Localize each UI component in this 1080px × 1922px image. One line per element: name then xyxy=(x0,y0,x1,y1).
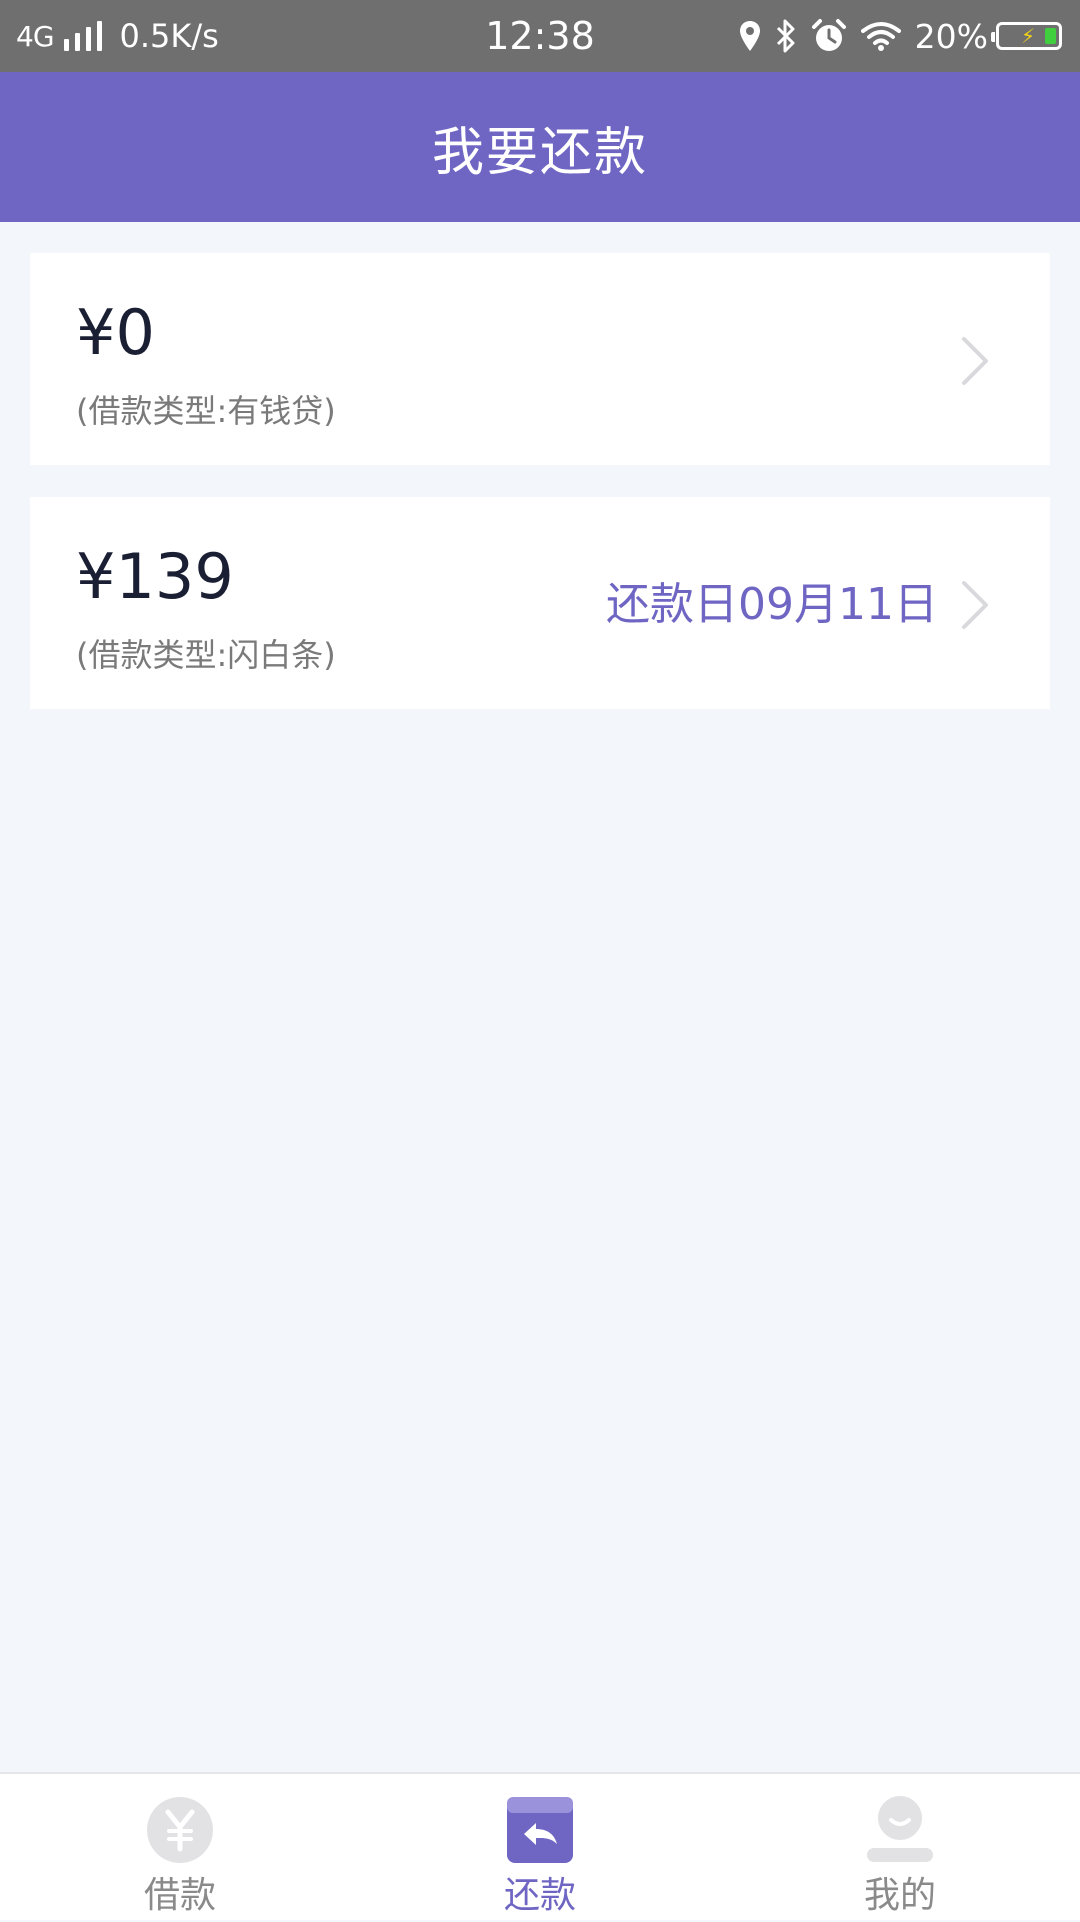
network-speed: 0.5K/s xyxy=(119,17,219,55)
battery-percent: 20% xyxy=(914,16,988,56)
tab-label: 借款 xyxy=(143,1875,216,1916)
profile-icon xyxy=(867,1796,933,1862)
due-date: 还款日09月11日 xyxy=(606,579,938,630)
bottom-tab-bar: 借款 还款 我的 xyxy=(0,1772,1080,1920)
charging-icon: ⚡ xyxy=(1021,24,1036,48)
signal-icon xyxy=(63,21,108,51)
repay-card-icon xyxy=(507,1797,573,1863)
loan-amount: ¥0 xyxy=(76,296,155,369)
tab-label: 我的 xyxy=(863,1875,936,1916)
wifi-icon xyxy=(860,21,901,51)
tab-mine[interactable]: 我的 xyxy=(720,1774,1080,1922)
chevron-right-icon xyxy=(962,581,988,629)
tab-borrow[interactable]: 借款 xyxy=(0,1774,360,1922)
loan-type: (借款类型:闪白条) xyxy=(76,636,336,674)
tab-repay[interactable]: 还款 xyxy=(360,1774,720,1922)
status-bar-right: 20% ⚡ xyxy=(739,0,1062,72)
network-type: 4G xyxy=(16,19,55,53)
loan-card[interactable]: ¥0 (借款类型:有钱贷) xyxy=(30,253,1050,465)
bluetooth-icon xyxy=(775,18,797,54)
page-title: 我要还款 xyxy=(431,122,648,183)
app-header: 我要还款 xyxy=(0,72,1080,222)
loan-amount: ¥139 xyxy=(76,540,234,613)
yen-coin-icon xyxy=(147,1797,213,1863)
tab-label: 还款 xyxy=(503,1875,576,1916)
loan-type: (借款类型:有钱贷) xyxy=(76,392,336,430)
loan-card[interactable]: ¥139 (借款类型:闪白条) 还款日09月11日 xyxy=(30,497,1050,709)
chevron-right-icon xyxy=(962,337,988,385)
location-icon xyxy=(739,20,761,52)
battery-icon: ⚡ xyxy=(991,22,1062,50)
alarm-icon xyxy=(811,18,847,54)
status-bar-left: 4G 0.5K/s xyxy=(16,0,219,72)
battery-level xyxy=(1045,28,1056,44)
status-bar: 4G 0.5K/s 12:38 20% ⚡ xyxy=(0,0,1080,72)
